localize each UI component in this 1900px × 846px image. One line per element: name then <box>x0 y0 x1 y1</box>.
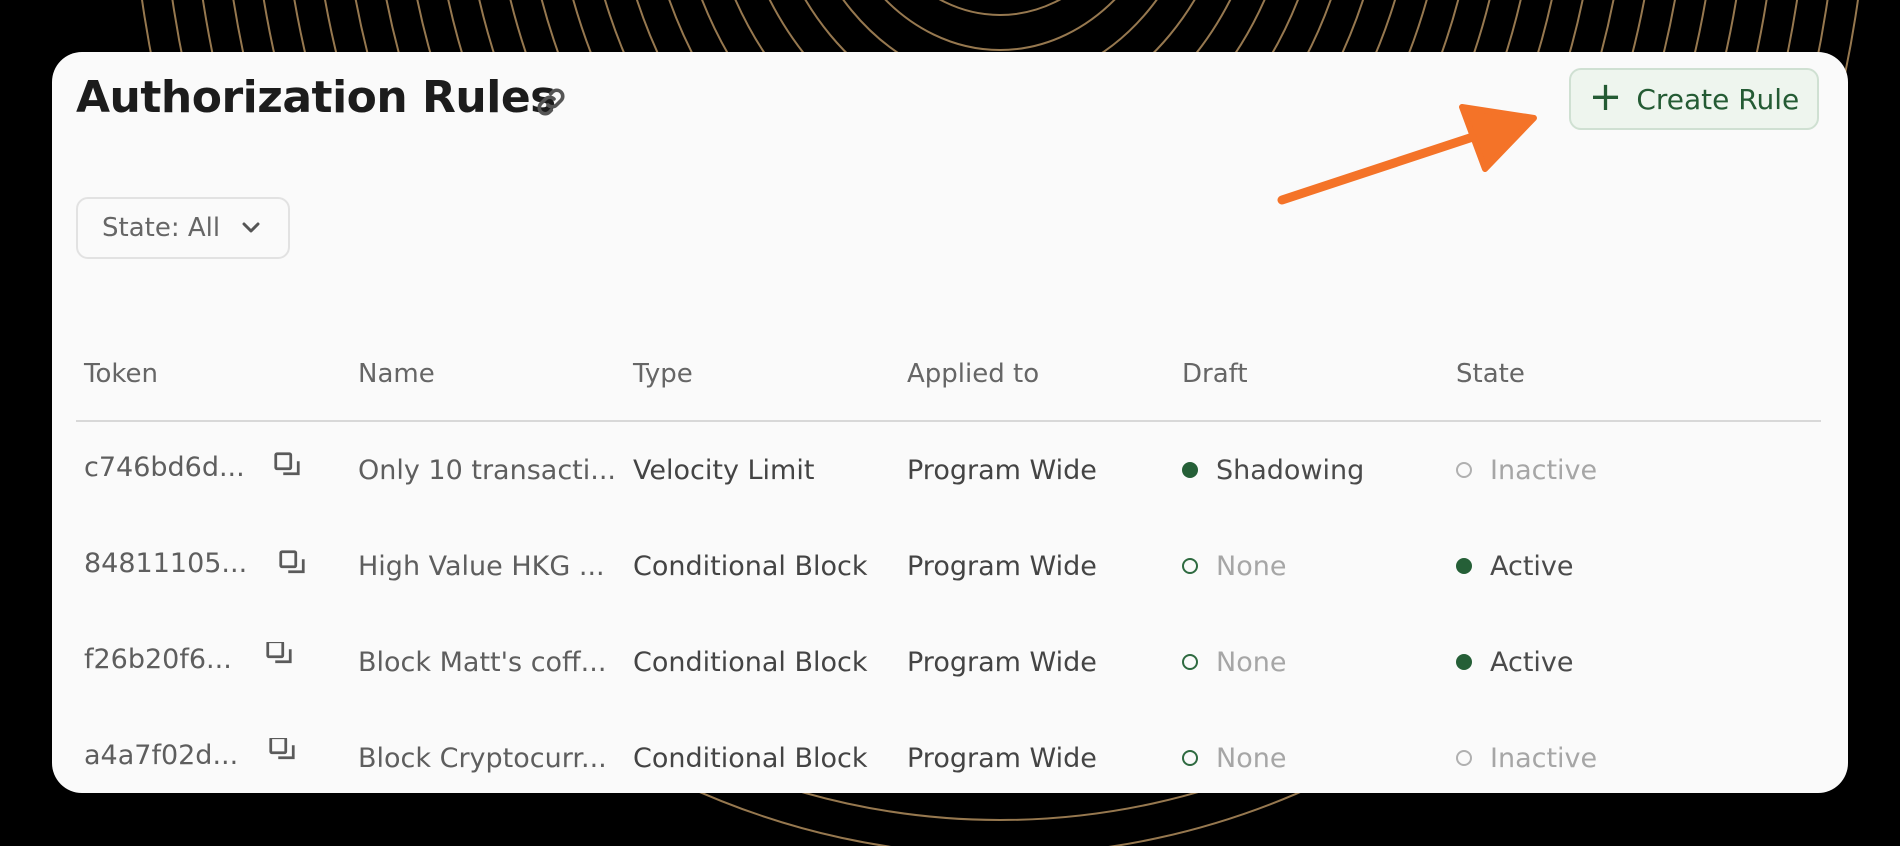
table-header: Token Name Type Applied to Draft State <box>76 328 1821 422</box>
copy-icon[interactable] <box>272 450 302 480</box>
create-rule-label: Create Rule <box>1636 82 1800 116</box>
draft-label: None <box>1216 646 1287 678</box>
rule-applied-to: Program Wide <box>907 742 1097 774</box>
chevron-down-icon <box>242 222 260 233</box>
draft-label: None <box>1216 550 1287 582</box>
token-value: f26b20f6... <box>84 644 232 675</box>
rule-applied-to: Program Wide <box>907 646 1097 678</box>
header-name[interactable]: Name <box>350 328 625 420</box>
rule-type: Conditional Block <box>633 646 868 678</box>
status-dot-icon <box>1456 750 1472 766</box>
rule-type: Conditional Block <box>633 742 868 774</box>
status-dot-icon <box>1182 654 1198 670</box>
header-type[interactable]: Type <box>625 328 899 420</box>
state-status: Active <box>1448 551 1821 582</box>
status-dot-icon <box>1456 654 1472 670</box>
rule-applied-to: Program Wide <box>907 454 1097 486</box>
state-label: Active <box>1490 550 1574 582</box>
status-dot-icon <box>1182 750 1198 766</box>
rules-table: Token Name Type Applied to Draft State c… <box>76 328 1821 793</box>
status-dot-icon <box>1456 558 1472 574</box>
token-cell: f26b20f6... <box>76 642 350 682</box>
rule-name: Only 10 transacti... <box>358 454 617 486</box>
rule-type: Conditional Block <box>633 550 868 582</box>
state-status: Inactive <box>1448 455 1821 486</box>
state-filter-dropdown[interactable]: State: All <box>76 197 290 259</box>
table-row[interactable]: 84811105... High Value HKG ... Condition… <box>76 518 1821 614</box>
token-value: c746bd6d... <box>84 452 245 483</box>
state-filter-label: State: All <box>102 213 221 243</box>
status-dot-icon <box>1456 462 1472 478</box>
state-status: Active <box>1448 647 1821 678</box>
state-label: Inactive <box>1490 454 1598 486</box>
table-row[interactable]: a4a7f02d... Block Cryptocurr... Conditio… <box>76 710 1821 793</box>
draft-status: None <box>1174 647 1448 678</box>
draft-label: Shadowing <box>1216 454 1365 486</box>
status-dot-icon <box>1182 558 1198 574</box>
state-label: Inactive <box>1490 742 1598 774</box>
authorization-rules-card: Authorization Rules + Create Rule State:… <box>52 52 1848 793</box>
state-label: Active <box>1490 646 1574 678</box>
copy-icon[interactable] <box>277 548 307 578</box>
table-row[interactable]: c746bd6d... Only 10 transacti... Velocit… <box>76 422 1821 518</box>
rule-name: High Value HKG ... <box>358 550 605 582</box>
create-rule-button[interactable]: + Create Rule <box>1569 68 1819 130</box>
plus-icon: + <box>1588 74 1623 120</box>
draft-status: Shadowing <box>1174 455 1448 486</box>
rule-applied-to: Program Wide <box>907 550 1097 582</box>
header-applied-to[interactable]: Applied to <box>899 328 1174 420</box>
state-status: Inactive <box>1448 743 1821 774</box>
header-token[interactable]: Token <box>76 328 350 420</box>
copy-icon[interactable] <box>267 738 297 764</box>
token-value: 84811105... <box>84 548 248 579</box>
link-icon[interactable] <box>533 84 569 120</box>
token-cell: a4a7f02d... <box>76 738 350 778</box>
draft-label: None <box>1216 742 1287 774</box>
draft-status: None <box>1174 743 1448 774</box>
token-cell: c746bd6d... <box>76 450 350 490</box>
status-dot-icon <box>1182 462 1198 478</box>
draft-status: None <box>1174 551 1448 582</box>
rule-name: Block Cryptocurr... <box>358 742 607 774</box>
header-draft[interactable]: Draft <box>1174 328 1448 420</box>
page-title: Authorization Rules <box>76 72 556 123</box>
token-cell: 84811105... <box>76 546 350 586</box>
rule-type: Velocity Limit <box>633 454 815 486</box>
token-value: a4a7f02d... <box>84 740 239 771</box>
rule-name: Block Matt's coff... <box>358 646 607 678</box>
table-row[interactable]: f26b20f6... Block Matt's coff... Conditi… <box>76 614 1821 710</box>
copy-icon[interactable] <box>264 642 294 668</box>
header-state[interactable]: State <box>1448 328 1821 420</box>
